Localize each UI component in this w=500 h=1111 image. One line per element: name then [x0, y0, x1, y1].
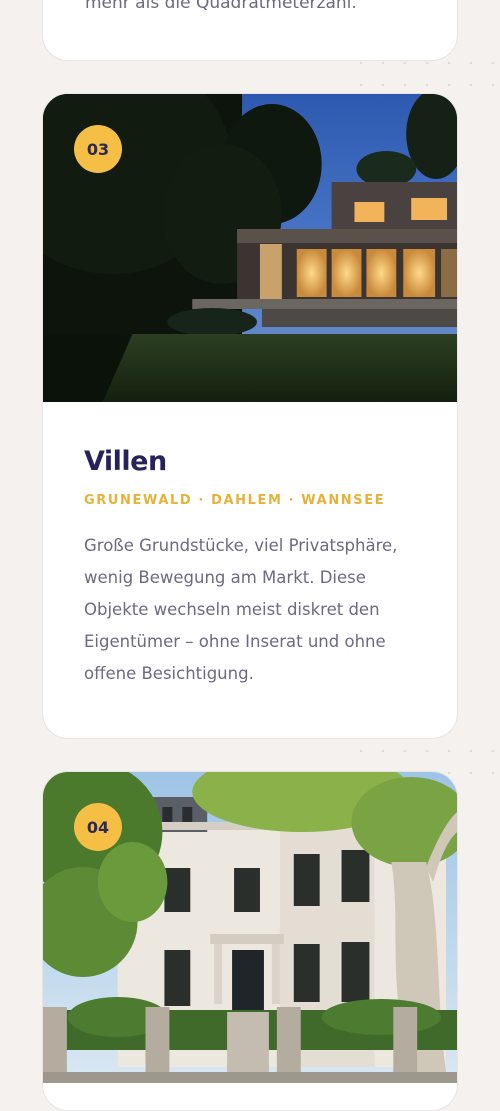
- card-title: Villen: [84, 446, 167, 477]
- category-card-villen[interactable]: 03 Villen GRUNEWALD · DAHLEM · WANNSEE G…: [42, 93, 458, 739]
- card-body: Villen GRUNEWALD · DAHLEM · WANNSEE Groß…: [43, 402, 457, 690]
- card-locations: GRUNEWALD · DAHLEM · WANNSEE: [84, 493, 386, 508]
- villa-night-photo: 03: [43, 94, 457, 402]
- townhouse-photo: 04: [43, 772, 457, 1083]
- card-number-badge: 04: [74, 803, 122, 851]
- card-description: Große Grundstücke, viel Privatsphäre, we…: [84, 536, 398, 683]
- card-number-badge: 03: [74, 125, 122, 173]
- previous-card-text: mehr als die Quadratmeterzahl.: [85, 0, 357, 13]
- previous-card: mehr als die Quadratmeterzahl.: [42, 0, 458, 61]
- category-card-next[interactable]: 04: [42, 771, 458, 1111]
